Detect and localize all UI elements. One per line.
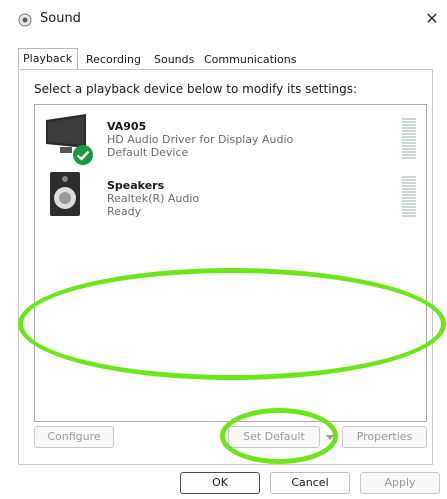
cancel-button[interactable]: Cancel [270, 472, 350, 494]
device-driver: Realtek(R) Audio [107, 192, 200, 205]
device-item-va905[interactable]: VA905 HD Audio Driver for Display Audio … [40, 112, 420, 166]
instruction-text: Select a playback device below to modify… [34, 82, 358, 96]
configure-button[interactable]: Configure [34, 426, 114, 448]
default-check-icon [72, 144, 94, 169]
ok-button[interactable]: OK [180, 472, 260, 494]
level-meter [402, 118, 416, 160]
device-status: Default Device [107, 146, 189, 159]
tab-recording[interactable]: Recording [82, 50, 146, 70]
tab-sounds[interactable]: Sounds [150, 50, 196, 70]
tab-communications[interactable]: Communications [200, 50, 296, 70]
device-item-speakers[interactable]: Speakers Realtek(R) Audio Ready [40, 170, 420, 224]
tab-playback[interactable]: Playback [18, 48, 78, 70]
level-meter [402, 176, 416, 218]
apply-button[interactable]: Apply [360, 472, 440, 494]
chevron-down-icon [326, 435, 334, 440]
properties-button[interactable]: Properties [342, 426, 427, 448]
set-default-button[interactable]: Set Default [228, 426, 320, 448]
device-name: VA905 [107, 120, 147, 133]
window-title: Sound [40, 11, 81, 26]
close-button[interactable]: ✕ [421, 8, 443, 30]
speaker-icon [18, 13, 32, 27]
device-status: Ready [107, 205, 142, 218]
speaker-device-icon [48, 172, 82, 221]
set-default-dropdown-button[interactable] [322, 426, 338, 448]
device-name: Speakers [107, 179, 165, 192]
device-driver: HD Audio Driver for Display Audio [107, 133, 294, 146]
